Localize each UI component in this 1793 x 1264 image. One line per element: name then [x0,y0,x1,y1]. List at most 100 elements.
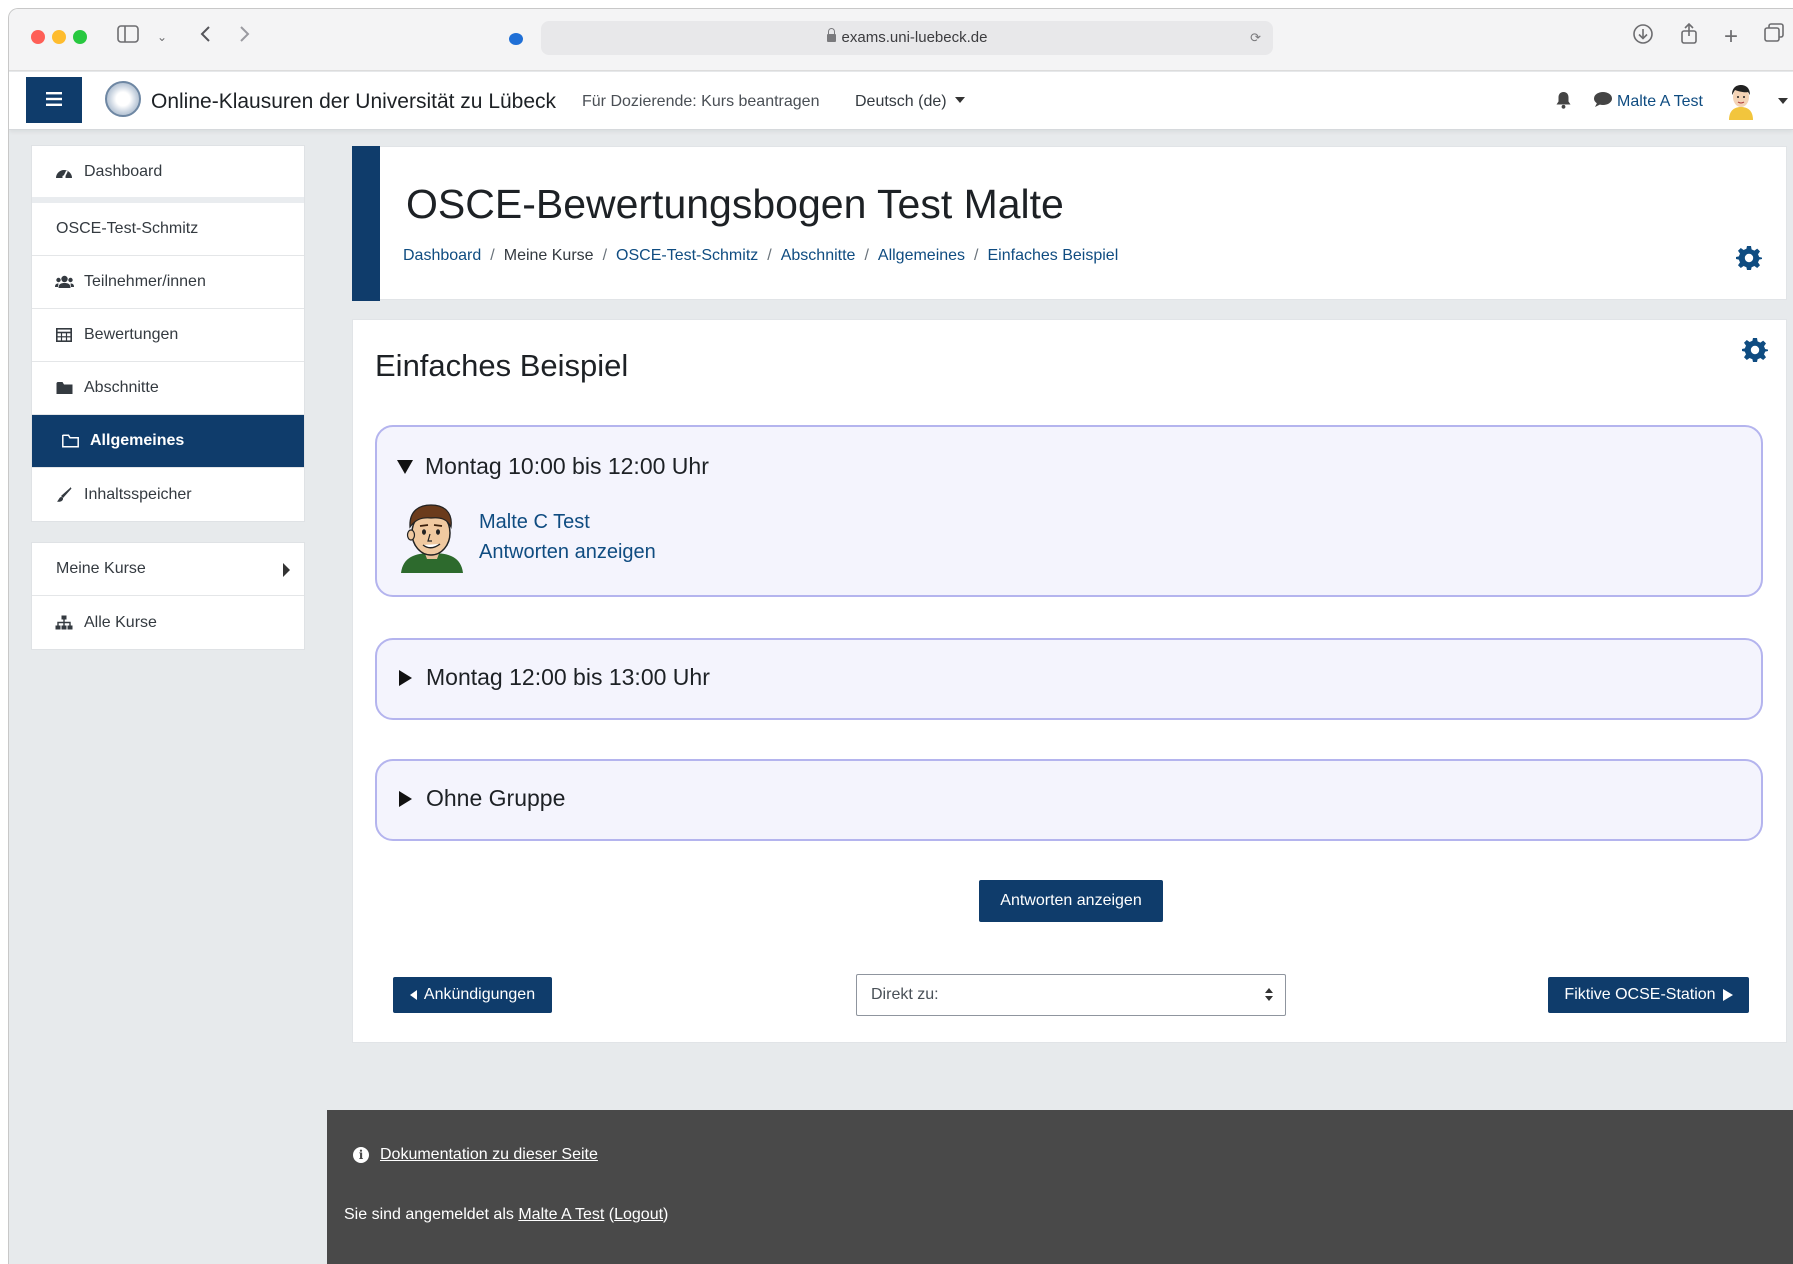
jump-to-selected-value: Direkt zu: [871,986,939,1003]
sidebar-item-all-courses[interactable]: Alle Kurse [32,596,304,649]
notifications-bell-icon[interactable] [1555,91,1572,114]
caret-down-icon [954,97,965,103]
request-course-link[interactable]: Für Dozierende: Kurs beantragen [582,93,819,111]
breadcrumb-dashboard[interactable]: Dashboard [403,247,481,265]
breadcrumb-activity[interactable]: Einfaches Beispiel [988,247,1119,265]
navigation-drawer: Dashboard OSCE-Test-Schmitz Teilnehmer/i… [31,145,305,670]
sidebar-item-participants[interactable]: Teilnehmer/innen [32,256,304,309]
group-toggle[interactable]: Montag 12:00 bis 13:00 Uhr [397,664,710,691]
jump-to-select[interactable]: Direkt zu: [856,974,1286,1016]
breadcrumb: Dashboard / Meine Kurse / OSCE-Test-Schm… [403,247,1118,265]
breadcrumb-general[interactable]: Allgemeines [878,247,965,265]
back-icon[interactable] [195,23,215,51]
triangle-down-icon [397,459,413,474]
brush-icon [54,486,74,503]
breadcrumb-separator: / [767,247,772,264]
member-show-answers-link[interactable]: Antworten anzeigen [479,537,656,567]
breadcrumb-my-courses: Meine Kurse [503,247,594,264]
triangle-right-icon [399,669,412,686]
select-arrows-icon [1265,988,1273,1002]
sidebar-toggle-icon[interactable] [115,23,141,51]
users-icon [54,275,74,289]
paren-close: ) [663,1206,669,1223]
group-title: Montag 10:00 bis 12:00 Uhr [425,453,709,479]
sidebar-item-label: Inhaltsspeicher [84,485,192,503]
course-settings-gear-icon[interactable] [1736,245,1762,271]
reload-icon[interactable]: ⟳ [1250,21,1261,55]
close-window-button[interactable] [31,30,45,44]
minimize-window-button[interactable] [52,30,66,44]
next-activity-button[interactable]: Fiktive OCSE-Station [1548,977,1749,1013]
university-logo[interactable] [105,81,141,117]
breadcrumb-separator: / [602,247,608,264]
user-avatar[interactable] [1724,82,1758,120]
page-title: OSCE-Bewertungsbogen Test Malte [406,181,1064,227]
sidebar-item-course[interactable]: OSCE-Test-Schmitz [32,203,304,256]
table-icon [54,328,74,342]
activity-content: Einfaches Beispiel Montag 10:00 bis 12:0… [352,319,1787,1043]
next-activity-label: Fiktive OCSE-Station [1564,986,1716,1003]
course-nav-block: Dashboard OSCE-Test-Schmitz Teilnehmer/i… [31,145,305,522]
group-panel-collapsed: Montag 12:00 bis 13:00 Uhr [375,638,1763,720]
chevron-down-icon[interactable]: ⌄ [155,23,169,51]
group-panel-expanded: Montag 10:00 bis 12:00 Uhr Malte C Test … [375,425,1763,597]
site-navbar: Online-Klausuren der Universität zu Lübe… [9,72,1793,130]
sidebar-item-general[interactable]: Allgemeines [32,415,304,468]
share-icon[interactable] [1679,22,1699,51]
sidebar-item-sections[interactable]: Abschnitte [32,362,304,415]
breadcrumb-separator: / [864,247,869,264]
breadcrumb-separator: / [490,247,495,264]
member-links: Malte C Test Antworten anzeigen [479,501,656,571]
member-avatar[interactable] [397,501,467,573]
browser-window: ⌄ exams.uni-luebeck.de ⟳ + Online-Klausu… [8,8,1793,1264]
menu-toggle-button[interactable] [26,77,82,123]
forward-icon[interactable] [235,23,255,51]
breadcrumb-sections[interactable]: Abschnitte [781,247,856,265]
sidebar-item-label: Alle Kurse [84,613,157,631]
activity-settings-gear-icon[interactable] [1742,337,1768,363]
tab-overview-icon[interactable] [1763,23,1785,51]
sidebar-item-label: Teilnehmer/innen [84,273,206,290]
user-menu-name[interactable]: Malte A Test [1617,93,1703,111]
logged-in-user-link[interactable]: Malte A Test [518,1206,604,1223]
previous-activity-label: Ankündigungen [423,986,536,1003]
group-toggle[interactable]: Montag 10:00 bis 12:00 Uhr [397,453,709,480]
logout-link[interactable]: Logout [614,1206,663,1223]
site-title[interactable]: Online-Klausuren der Universität zu Lübe… [151,90,556,114]
sidebar-item-label: Abschnitte [84,379,159,396]
login-info: Sie sind angemeldet als Malte A Test (Lo… [344,1206,668,1224]
previous-activity-button[interactable]: Ankündigungen [393,977,552,1013]
documentation-link[interactable]: Dokumentation zu dieser Seite [380,1146,598,1164]
hamburger-icon [46,92,62,106]
caret-right-icon [283,563,290,577]
sidebar-item-grades[interactable]: Bewertungen [32,309,304,362]
extension-icon[interactable] [509,33,523,45]
show-answers-button[interactable]: Antworten anzeigen [979,880,1163,922]
group-panel-collapsed: Ohne Gruppe [375,759,1763,841]
sidebar-item-dashboard[interactable]: Dashboard [32,146,304,203]
url-text: exams.uni-luebeck.de [841,29,988,46]
user-menu-caret-icon[interactable] [1778,98,1788,104]
sidebar-item-label: OSCE-Test-Schmitz [56,220,199,237]
group-title: Montag 12:00 bis 13:00 Uhr [426,664,710,690]
info-icon: i [353,1147,369,1163]
breadcrumb-course[interactable]: OSCE-Test-Schmitz [616,247,758,265]
sidebar-item-content-bank[interactable]: Inhaltsspeicher [32,468,304,521]
folder-open-icon [60,434,80,448]
messages-icon[interactable] [1593,91,1613,113]
language-menu[interactable]: Deutsch (de) [855,93,965,111]
new-tab-icon[interactable]: + [1721,23,1741,51]
sidebar-item-label: Meine Kurse [56,560,146,577]
zoom-window-button[interactable] [73,30,87,44]
sidebar-item-label: Dashboard [84,162,163,180]
group-toggle[interactable]: Ohne Gruppe [397,785,565,812]
language-label: Deutsch (de) [855,93,947,110]
header-accent-bar [352,146,380,301]
download-icon[interactable] [1631,23,1655,51]
member-name-link[interactable]: Malte C Test [479,507,656,537]
lock-icon [826,28,836,42]
page-footer: i Dokumentation zu dieser Seite Sie sind… [327,1110,1793,1264]
address-bar[interactable]: exams.uni-luebeck.de ⟳ [541,21,1273,55]
folder-icon [54,381,74,395]
sidebar-item-my-courses[interactable]: Meine Kurse [32,543,304,596]
